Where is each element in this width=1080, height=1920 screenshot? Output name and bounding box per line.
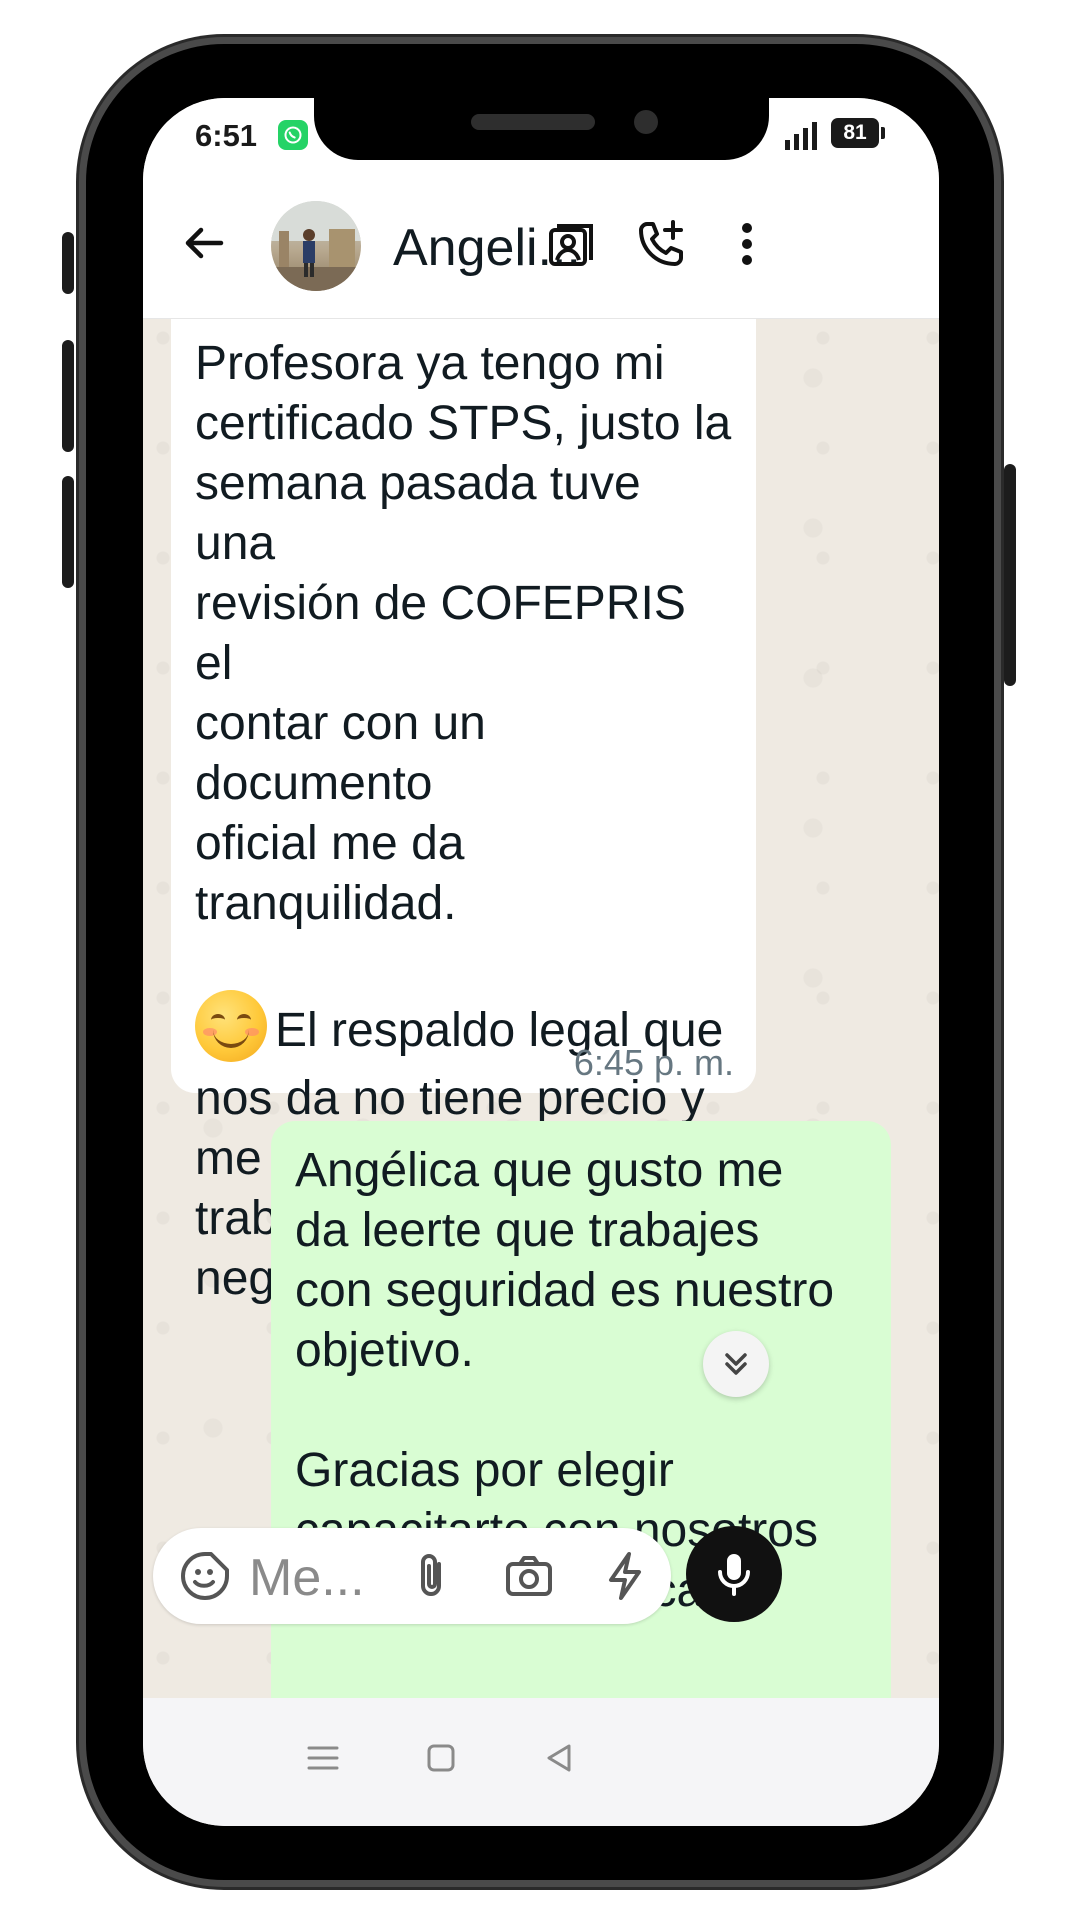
double-chevron-down-icon: [725, 1353, 747, 1375]
front-camera: [634, 110, 658, 134]
message-text: Profesora ya tengo mi certificado STPS, …: [195, 337, 732, 930]
message-composer: Me...: [153, 1528, 671, 1624]
status-time: 6:51: [195, 118, 258, 153]
phone-volume-down-button: [62, 476, 74, 588]
more-options-icon[interactable]: [719, 216, 775, 272]
voice-message-button[interactable]: [686, 1526, 782, 1622]
incoming-message[interactable]: Profesora ya tengo mi certificado STPS, …: [171, 318, 756, 1305]
notch: [314, 98, 769, 160]
camera-icon[interactable]: [503, 1550, 555, 1602]
lightning-bolt-icon[interactable]: [599, 1550, 651, 1602]
recent-apps-icon[interactable]: [303, 1738, 343, 1778]
chat-area[interactable]: Profesora ya tengo mi certificado STPS, …: [143, 318, 939, 1698]
chat-header: Angeli...: [143, 168, 939, 319]
home-icon[interactable]: [421, 1738, 461, 1778]
message-input[interactable]: Me...: [249, 1548, 365, 1608]
battery-icon: 81: [831, 118, 885, 148]
system-navigation-bar: [143, 1698, 939, 1826]
phone-volume-up-button: [62, 340, 74, 452]
contact-avatar[interactable]: [271, 201, 361, 291]
phone-power-button: [1004, 464, 1016, 686]
whatsapp-notification-icon: [278, 120, 308, 150]
signal-icon: [785, 122, 817, 150]
sticker-icon[interactable]: [179, 1550, 231, 1602]
add-call-icon[interactable]: [633, 216, 689, 272]
speaker: [471, 114, 595, 130]
phone-screen: 6:51 81 Angeli... Profesora ya tengo mi …: [143, 98, 939, 1826]
phone-side-button: [62, 232, 74, 294]
paperclip-icon[interactable]: [405, 1550, 457, 1602]
scroll-to-bottom-button[interactable]: [703, 1331, 769, 1397]
back-triangle-icon[interactable]: [539, 1738, 579, 1778]
microphone-icon: [718, 1554, 750, 1596]
video-call-icon[interactable]: [541, 216, 597, 272]
smiling-face-emoji-icon: [195, 990, 267, 1062]
message-timestamp: 6:45 p. m.: [573, 1042, 734, 1083]
back-arrow-icon[interactable]: [179, 218, 229, 268]
